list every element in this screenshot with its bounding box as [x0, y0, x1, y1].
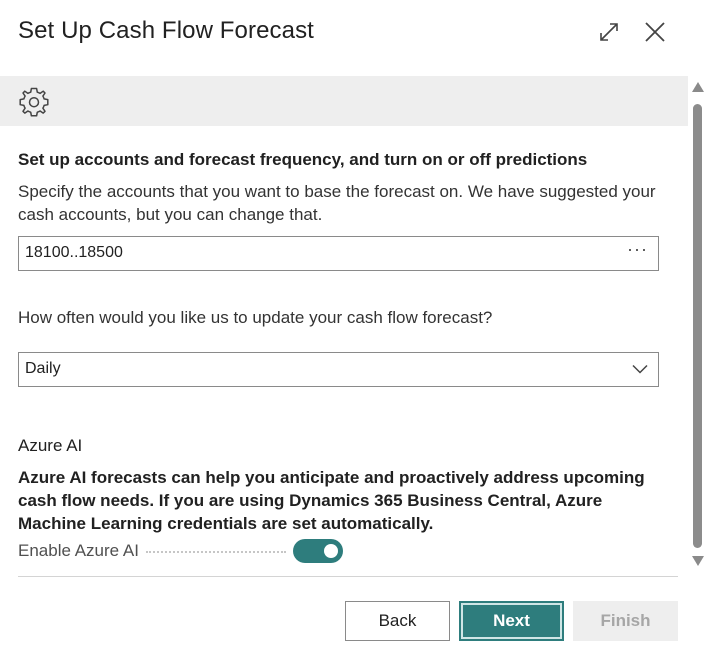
label-dots [146, 551, 286, 553]
accounts-lookup-button[interactable]: ··· [627, 239, 648, 260]
accounts-field[interactable]: 18100..18500 ··· [18, 236, 659, 271]
expand-button[interactable] [593, 16, 625, 48]
footer-divider [18, 576, 678, 577]
enable-azure-label: Enable Azure AI [18, 541, 139, 560]
frequency-question: How often would you like us to update yo… [18, 308, 493, 327]
frequency-select[interactable]: Daily [18, 352, 659, 387]
finish-button: Finish [573, 601, 678, 641]
scroll-down-icon[interactable] [692, 556, 704, 566]
enable-azure-toggle[interactable] [293, 539, 343, 563]
scroll-up-icon[interactable] [692, 82, 704, 92]
close-icon [645, 22, 665, 42]
section-description: Specify the accounts that you want to ba… [18, 182, 656, 224]
scrollbar[interactable] [690, 82, 704, 570]
dialog-title: Set Up Cash Flow Forecast [18, 17, 314, 44]
expand-icon [600, 23, 618, 41]
scrollbar-thumb[interactable] [693, 104, 702, 548]
banner [0, 76, 688, 126]
close-button[interactable] [639, 16, 671, 48]
frequency-value: Daily [25, 360, 61, 377]
next-button[interactable]: Next [459, 601, 564, 641]
azure-description: Azure AI forecasts can help you anticipa… [18, 468, 645, 533]
accounts-value: 18100..18500 [25, 244, 123, 261]
back-button[interactable]: Back [345, 601, 450, 641]
toggle-knob [324, 544, 338, 558]
azure-heading: Azure AI [18, 436, 83, 455]
section-heading: Set up accounts and forecast frequency, … [18, 150, 588, 169]
chevron-down-icon [632, 364, 648, 374]
gear-icon [19, 87, 49, 117]
